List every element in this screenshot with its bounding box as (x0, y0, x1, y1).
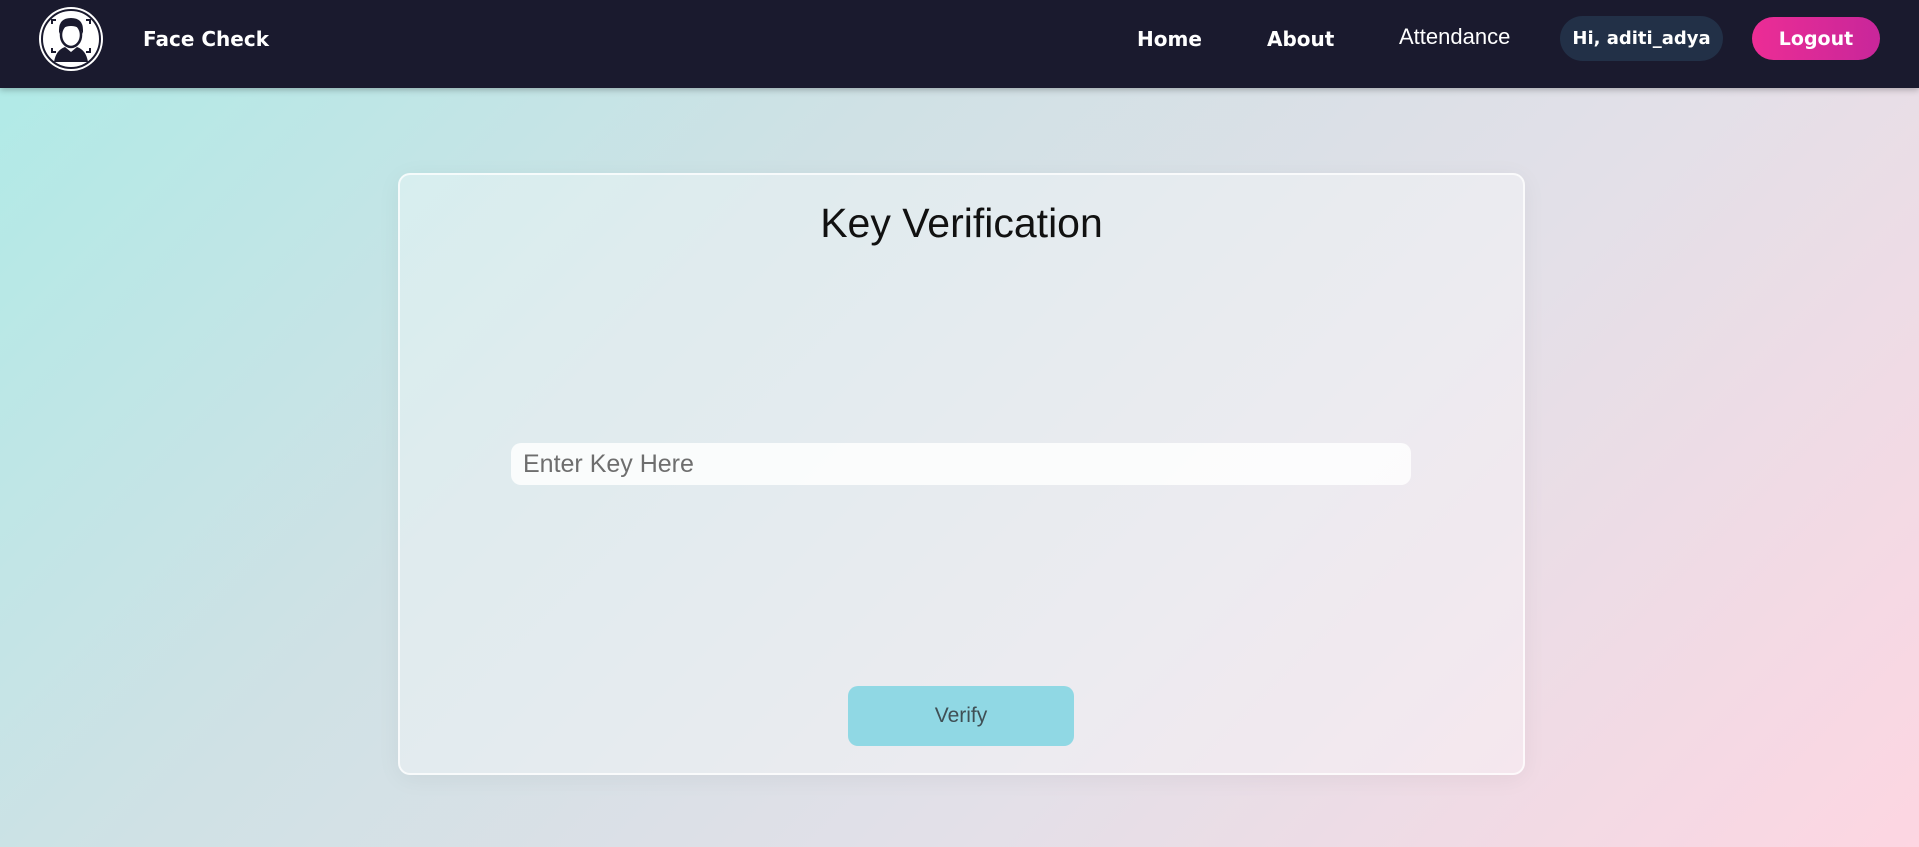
brand-name[interactable]: Face Check (143, 25, 269, 53)
navbar: Face Check Home About Attendance Hi, adi… (0, 0, 1919, 88)
nav-about-link[interactable]: About (1267, 25, 1334, 53)
user-greeting-badge: Hi, aditi_adya (1560, 16, 1723, 61)
page-title: Key Verification (820, 200, 1103, 246)
nav-home-link[interactable]: Home (1137, 25, 1202, 53)
key-verification-card: Key Verification Verify (398, 173, 1525, 775)
face-scan-icon[interactable] (39, 7, 103, 71)
key-input[interactable] (511, 443, 1411, 485)
verify-button[interactable]: Verify (848, 686, 1074, 746)
nav-attendance-link[interactable]: Attendance (1399, 23, 1510, 51)
logout-button[interactable]: Logout (1752, 17, 1880, 60)
